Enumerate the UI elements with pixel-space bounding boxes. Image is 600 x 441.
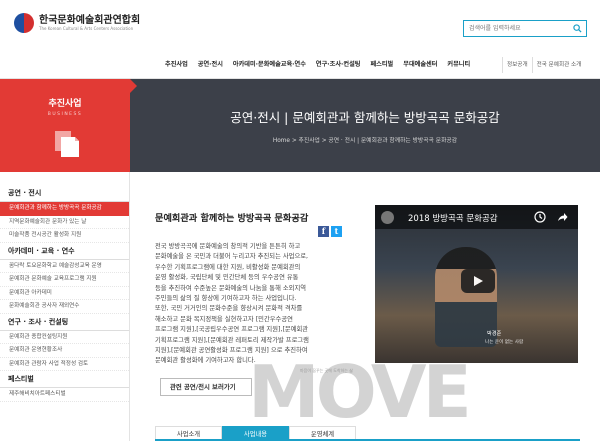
category-subtitle: BUSINESS [47,112,83,117]
sidebar-section-festival[interactable]: 페스티벌 [0,371,129,388]
sidebar-section-academy[interactable]: 아카데미 · 교육 · 연수 [0,243,129,260]
sidebar-item-education-program[interactable]: 문예회관 문화예술 교육프로그램 지원 [0,273,129,287]
search-icon[interactable] [573,24,582,33]
watermark-tagline: 마음이 꿈꾸는 곳에 도착하는 삶 [300,368,353,373]
body-line: 운영 활성화, 국립단체 및 민간단체 등의 우수공연 유통 [155,274,299,282]
sidebar-item-overseas-training[interactable]: 문화예술회관 공사자 재외연수 [0,300,129,314]
sidebar-section-research[interactable]: 연구 · 조사 · 컨설팅 [0,314,129,331]
sidebar-item-survey[interactable]: 문예회관 운영현황조사 [0,344,129,358]
share-icon[interactable] [557,212,568,223]
channel-avatar[interactable] [381,211,394,224]
site-header: 한국문화예술회관연합회 The Korean Cultural & Arts C… [0,0,600,50]
body-line: 해소하고 문화 복지정책을 실현하고자 [민간우수공연 [155,315,293,323]
sidebar-section-performance[interactable]: 공연 · 전시 [0,185,129,202]
search-input[interactable] [464,21,564,36]
banner-pointer [130,79,137,93]
body-line: 프로그램 지원],[국공립우수공연 프로그램 지원],[문예회관 [155,326,309,334]
watch-later-icon[interactable] [534,211,546,223]
breadcrumb: Home > 추진사업 > 공연 · 전시 | 문예회관과 함께하는 방방곡곡 … [130,135,600,144]
sidebar-item-bangbang[interactable]: 문예회관과 함께하는 방방곡곡 문화공감 [0,202,129,216]
body-line: 전국 방방곡곡에 문화예술의 창의적 기반을 튼튼히 하고 [155,243,301,250]
nav-item-academy[interactable]: 아카데미·문화예술교육·연수 [228,57,311,77]
twitter-icon[interactable]: t [331,226,342,237]
documents-icon [55,131,79,157]
nav-item-community[interactable]: 커뮤니티 [442,57,475,77]
share-buttons: f t [318,226,342,237]
body-line: 또한, 국민 거거인의 문화수준을 향상시켜 문화적 격차를 [155,305,303,313]
category-title: 추진사업 [48,99,82,109]
body-line: 우수한 기획프로그램에 대한 지원, 비활성화 문예회관의 [155,263,301,271]
main-nav: 추진사업 공연·전시 아카데미·문화예술교육·연수 연구·조사·컨설팅 페스티벌… [160,57,475,77]
sidebar-item-jeju-festival[interactable]: 제주해비치아트페스티벌 [0,388,129,402]
nav-item-research[interactable]: 연구·조사·컨설팅 [311,57,366,77]
body-line: 기획프로그램 지원],[문예회관 레퍼토리 제작가발 프로그램 [155,336,309,344]
watermark: MOVE [248,350,472,434]
body-line: 등을 추진하여 수준높은 문화예술의 나눔을 통해 소외지역 [155,284,307,292]
nav-item-performance[interactable]: 공연·전시 [193,57,228,77]
content-title: 문예회관과 함께하는 방방곡곡 문화공감 [155,213,309,224]
breadcrumb-text: Home > 추진사업 > 공연 · 전시 | 문예회관과 함께하는 방방곡곡 … [272,138,458,144]
video-caption-name: 박경준 [487,331,502,337]
org-name: 한국문화예술회관연합회 [39,14,141,26]
tab-overview[interactable]: 사업소개 [155,426,222,439]
sidebar-item-review[interactable]: 문예회관 관람자 사업 적정성 검토 [0,358,129,371]
video-caption-line: 나는 운이 없는 사람 [485,340,524,345]
utility-nav: 정보공개 전국 문예회관 소개 [502,57,585,73]
category-box: 추진사업 BUSINESS [0,79,130,172]
nav-item-projects[interactable]: 추진사업 [160,57,193,77]
sidebar-item-academy[interactable]: 문예회관 아카데미 [0,287,129,300]
nav-item-venues[interactable]: 전국 문예회관 소개 [531,57,586,73]
page-banner: 공연·전시 | 문예회관과 함께하는 방방곡곡 문화공감 Home > 추진사업… [130,79,600,172]
sidebar-item-exhibition-space[interactable]: 미술작품 전시공간 활성화 지원 [0,229,129,243]
logo-icon [14,13,34,33]
page-title: 공연·전시 | 문예회관과 함께하는 방방곡곡 문화공감 [230,110,500,125]
org-name-en: The Korean Cultural & Arts Centers Assoc… [39,25,134,31]
nav-item-disclosure[interactable]: 정보공개 [502,57,532,73]
nav-item-festival[interactable]: 페스티벌 [365,57,398,77]
body-line: 주민들의 삶의 질 향상에 기여하고자 하는 사업입니다. [155,295,297,303]
related-shows-button[interactable]: 관련 공연/전시 보러가기 [160,378,252,396]
sidebar-item-consulting[interactable]: 문예회관 종합컨설팅지원 [0,331,129,344]
sidebar-item-saturday-school[interactable]: 꿈다락 토요문화학교 예술감성교육 운영 [0,260,129,273]
video-player[interactable]: 2018 방방곡곡 문화공감 박경준 나는 운이 없는 사람 [375,205,578,363]
nav-item-stage-center[interactable]: 무대예술센터 [398,57,442,77]
body-line: 문화예술을 온 국민과 더불어 누리고자 추진되는 사업으로, [155,253,309,261]
play-button[interactable] [461,269,495,293]
site-logo[interactable]: 한국문화예술회관연합회 The Korean Cultural & Arts C… [14,13,140,33]
facebook-icon[interactable]: f [318,226,329,237]
video-title[interactable]: 2018 방방곡곡 문화공감 [408,212,498,224]
sidebar: 공연 · 전시 문예회관과 함께하는 방방곡곡 문화공감 지역문화예술회관 문화… [0,172,130,441]
content-body: 전국 방방곡곡에 문화예술의 창의적 기반을 튼튼히 하고 문화예술을 온 국민… [155,242,345,367]
search-box [463,20,587,37]
sidebar-item-culture-day[interactable]: 지역문화예술회관 문화가 있는 날 [0,216,129,229]
